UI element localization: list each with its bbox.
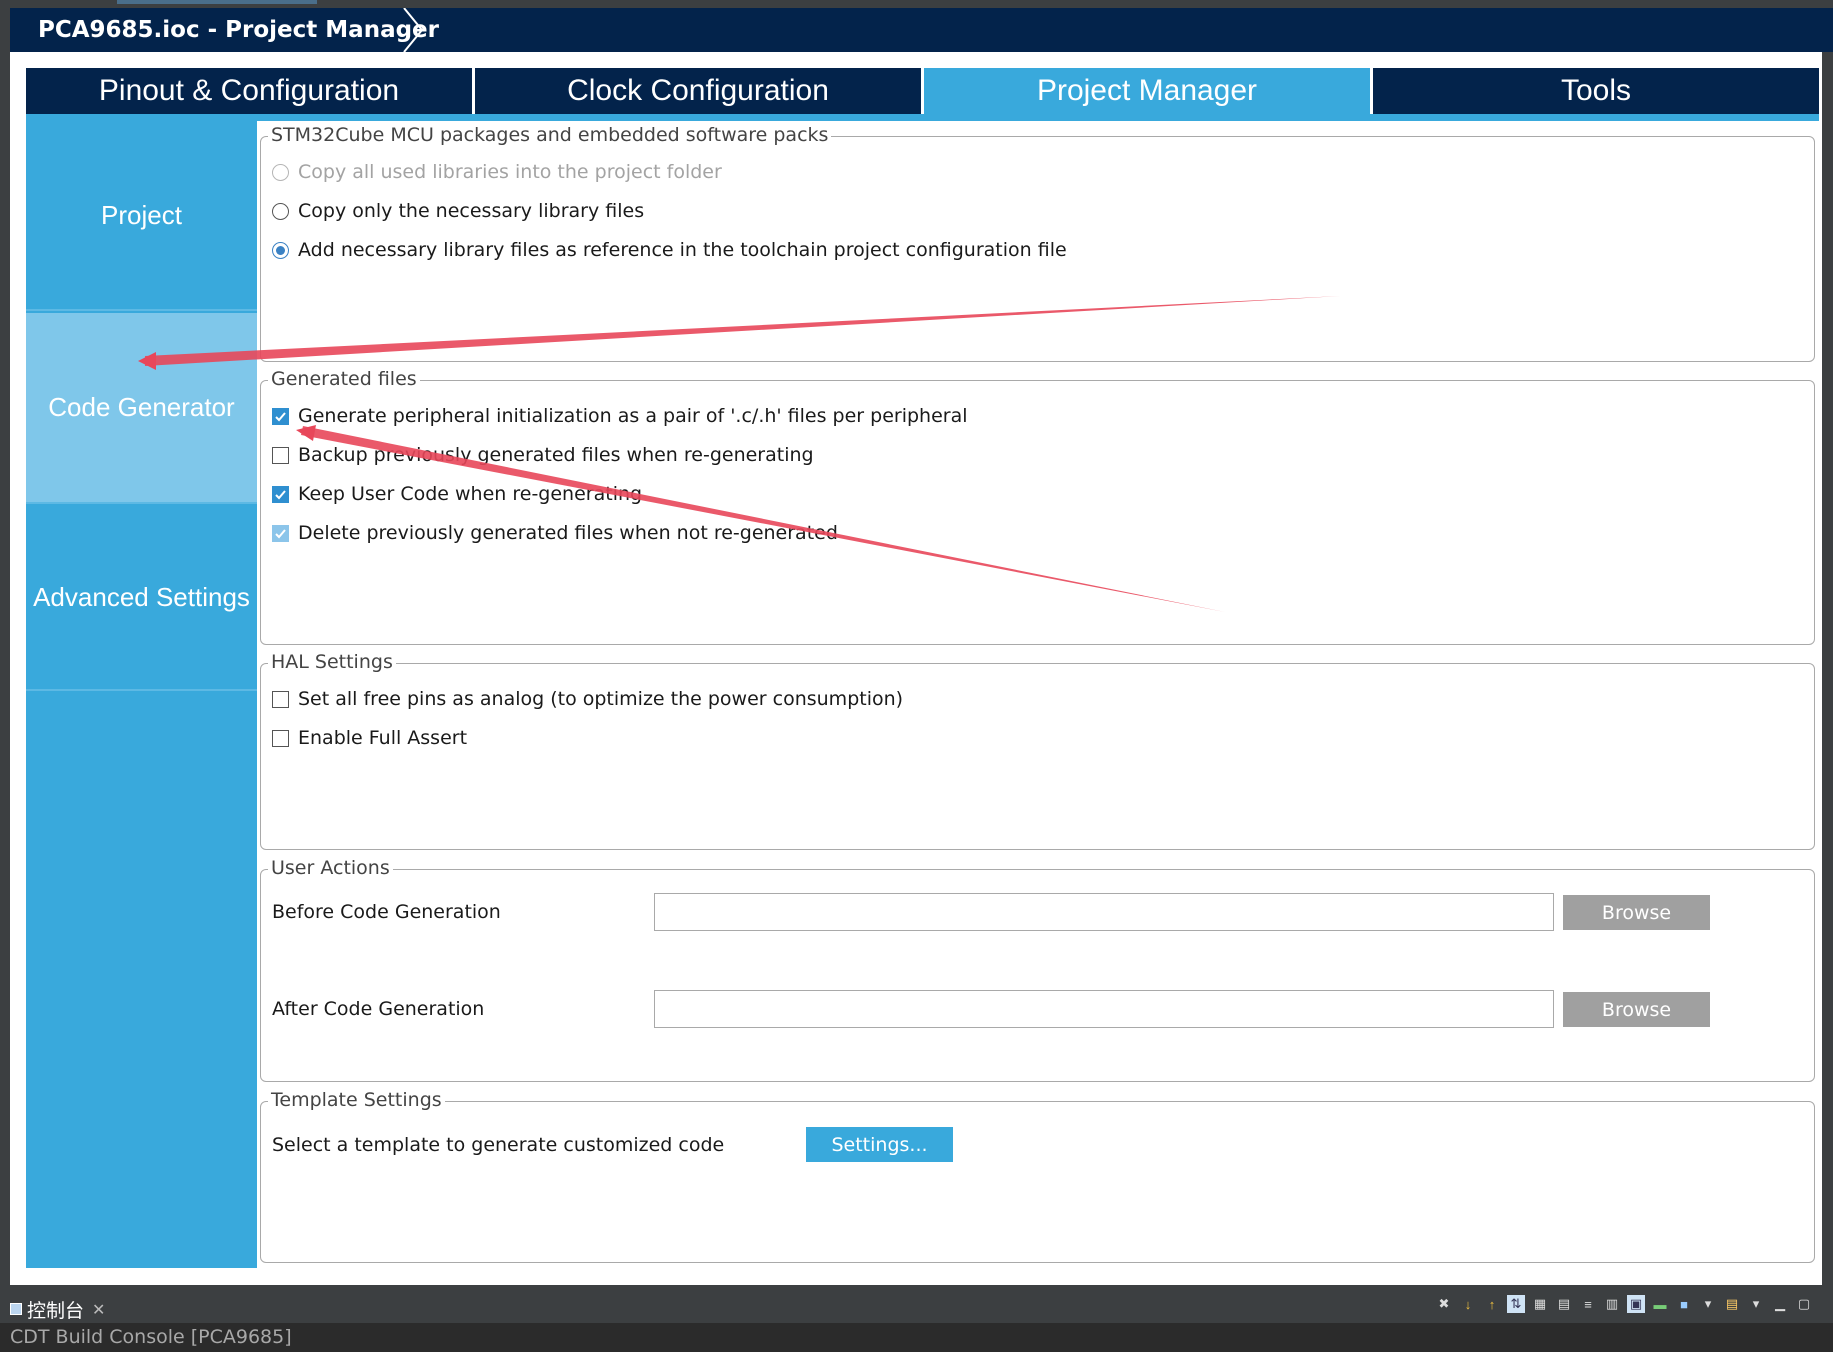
tab-underline (26, 114, 1819, 121)
radio-copy-all[interactable] (272, 163, 289, 181)
before-generation-label: Before Code Generation (272, 901, 501, 923)
template-settings-section: Template Settings Select a template to g… (260, 1089, 1815, 1263)
console-text: CDT Build Console [PCA9685] (10, 1326, 292, 1348)
arrow-up-icon[interactable]: ↑ (1483, 1295, 1501, 1313)
sidebar-item-code-generator[interactable]: Code Generator (26, 313, 257, 504)
new-console-icon[interactable]: ▤ (1723, 1295, 1741, 1313)
option-full-assert[interactable]: Enable Full Assert (272, 727, 467, 749)
option-label: Set all free pins as analog (to optimize… (298, 688, 904, 710)
minimize-icon[interactable]: ▁ (1771, 1295, 1789, 1313)
option-add-as-reference[interactable]: Add necessary library files as reference… (272, 239, 1067, 261)
close-icon[interactable]: ✕ (92, 1300, 105, 1319)
monitor-icon[interactable]: ■ (1675, 1295, 1693, 1313)
checkbox-generate-pairs[interactable] (272, 407, 289, 425)
before-browse-button[interactable]: Browse (1563, 895, 1710, 930)
sidebar-item-advanced-settings[interactable]: Advanced Settings (26, 506, 257, 691)
hal-legend: HAL Settings (268, 651, 396, 673)
hal-settings-section: HAL Settings Set all free pins as analog… (260, 651, 1815, 850)
option-copy-necessary[interactable]: Copy only the necessary library files (272, 200, 644, 222)
option-free-pins-analog[interactable]: Set all free pins as analog (to optimize… (272, 688, 903, 710)
title-bar: PCA9685.ioc - Project Manager (10, 8, 1833, 52)
user-actions-legend: User Actions (268, 857, 393, 879)
main-tabs: Pinout & Configuration Clock Configurati… (26, 68, 1819, 114)
option-keep-user-code[interactable]: Keep User Code when re-generating (272, 483, 642, 505)
checkbox-delete-old[interactable] (272, 524, 289, 542)
option-label: Copy only the necessary library files (298, 200, 645, 222)
clear-console-icon[interactable]: ✖ (1435, 1295, 1453, 1313)
radio-copy-necessary[interactable] (272, 202, 289, 220)
checkbox-backup[interactable] (272, 446, 289, 464)
after-browse-button[interactable]: Browse (1563, 992, 1710, 1027)
console-toolbar: ✖ ↓ ↑ ⇅ ▦ ▤ ≡ ▥ ▣ ▬ ■ ▾ ▤ ▾ ▁ ▢ (1435, 1295, 1813, 1313)
console-area: CDT Build Console [PCA9685] (0, 1323, 1833, 1352)
option-label: Delete previously generated files when n… (298, 522, 838, 544)
right-edge (1822, 52, 1833, 1285)
radio-add-reference[interactable] (272, 241, 289, 259)
packs-section: STM32Cube MCU packages and embedded soft… (260, 124, 1815, 362)
breadcrumb-chevron-icon (403, 8, 424, 52)
template-settings-button[interactable]: Settings... (806, 1127, 953, 1162)
option-label: Add necessary library files as reference… (298, 239, 1067, 261)
option-label: Keep User Code when re-generating (298, 483, 643, 505)
arrow-down-icon[interactable]: ↓ (1459, 1295, 1477, 1313)
user-actions-section: User Actions Before Code Generation Brow… (260, 857, 1815, 1082)
template-label: Select a template to generate customized… (272, 1134, 725, 1156)
checkbox-full-assert[interactable] (272, 729, 289, 747)
console-icon (10, 1303, 22, 1315)
copy-icon[interactable]: ▦ (1531, 1295, 1549, 1313)
generated-files-legend: Generated files (268, 368, 420, 390)
left-edge (0, 8, 10, 1288)
option-copy-all-libraries[interactable]: Copy all used libraries into the project… (272, 161, 722, 183)
console-tab-label: 控制台 (27, 1299, 85, 1322)
after-generation-input[interactable] (654, 990, 1554, 1028)
pin-icon[interactable]: ▣ (1627, 1295, 1645, 1313)
paste-icon[interactable]: ▤ (1555, 1295, 1573, 1313)
after-generation-label: After Code Generation (272, 998, 485, 1020)
maximize-icon[interactable]: ▢ (1795, 1295, 1813, 1313)
tab-clock-configuration[interactable]: Clock Configuration (475, 68, 921, 114)
console-tab-bar: 控制台 ✕ ✖ ↓ ↑ ⇅ ▦ ▤ ≡ ▥ ▣ ▬ ■ ▾ ▤ ▾ ▁ ▢ (0, 1285, 1833, 1323)
window-title: PCA9685.ioc - Project Manager (38, 17, 439, 43)
option-label: Generate peripheral initialization as a … (298, 405, 968, 427)
checkbox-keep-user-code[interactable] (272, 485, 289, 503)
document-icon[interactable]: ▥ (1603, 1295, 1621, 1313)
option-label: Backup previously generated files when r… (298, 444, 814, 466)
option-backup-files[interactable]: Backup previously generated files when r… (272, 444, 814, 466)
option-label: Enable Full Assert (298, 727, 468, 749)
generated-files-section: Generated files Generate peripheral init… (260, 368, 1815, 645)
before-generation-input[interactable] (654, 893, 1554, 931)
template-legend: Template Settings (268, 1089, 445, 1111)
chevron-down-icon[interactable]: ▾ (1747, 1295, 1765, 1313)
side-nav: Project Code Generator Advanced Settings (26, 121, 257, 1268)
display-console-icon[interactable]: ▬ (1651, 1295, 1669, 1313)
option-label: Copy all used libraries into the project… (298, 161, 722, 183)
packs-legend: STM32Cube MCU packages and embedded soft… (268, 124, 832, 146)
console-tab[interactable]: 控制台 ✕ (10, 1295, 105, 1323)
tab-pinout-configuration[interactable]: Pinout & Configuration (26, 68, 472, 114)
editor-tab-hint (117, 0, 317, 4)
tab-project-manager[interactable]: Project Manager (924, 68, 1370, 114)
tab-tools[interactable]: Tools (1373, 68, 1819, 114)
top-strip (0, 0, 1833, 8)
sidebar-item-project[interactable]: Project (26, 121, 257, 311)
checkbox-free-pins-analog[interactable] (272, 690, 289, 708)
wrap-icon[interactable]: ≡ (1579, 1295, 1597, 1313)
option-delete-old-files[interactable]: Delete previously generated files when n… (272, 522, 838, 544)
option-generate-peripheral-pairs[interactable]: Generate peripheral initialization as a … (272, 405, 968, 427)
chevron-down-icon[interactable]: ▾ (1699, 1295, 1717, 1313)
link-icon[interactable]: ⇅ (1507, 1295, 1525, 1313)
